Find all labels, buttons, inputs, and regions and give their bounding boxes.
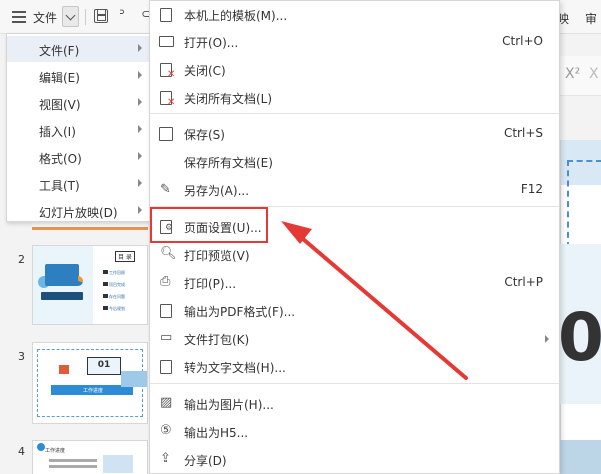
annotation-arrow-icon bbox=[281, 221, 468, 380]
